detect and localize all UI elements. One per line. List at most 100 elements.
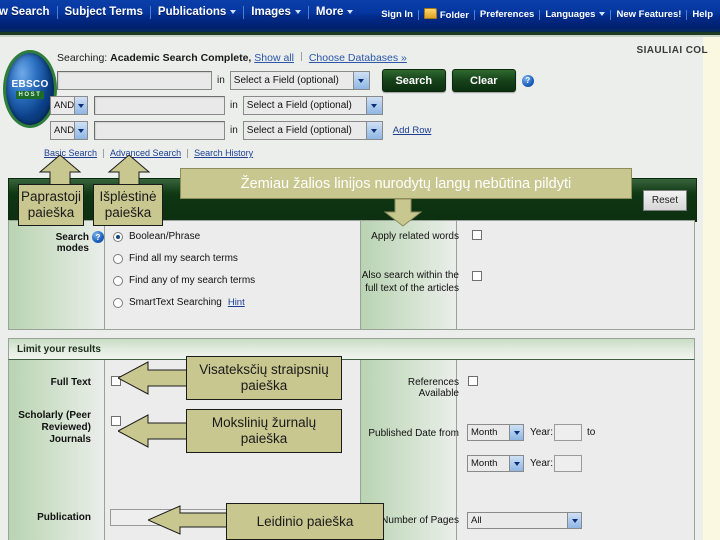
year-from-label: Year: (530, 427, 553, 438)
in-label-1: in (217, 75, 225, 86)
field-select-3-value: Select a Field (optional) (246, 125, 352, 136)
callout-scholarly: Mokslinių žurnalų paieška (186, 409, 342, 453)
radio-find-all-terms[interactable]: Find all my search terms (113, 253, 238, 264)
ebscohost-logo[interactable]: EBSCO HOST (3, 50, 57, 128)
clear-button[interactable]: Clear (451, 69, 516, 92)
nav-item-languages[interactable]: Languages (540, 9, 610, 21)
radio-smarttext-label: SmartText Searching (129, 297, 222, 308)
year-from-input[interactable] (554, 424, 582, 441)
published-date-month-to-select[interactable]: Month (467, 455, 524, 472)
search-button[interactable]: Search (381, 69, 446, 92)
boolean-select-2[interactable]: AND (50, 96, 88, 115)
help-icon[interactable]: ? (521, 74, 534, 87)
show-all-link[interactable]: Show all (254, 52, 294, 64)
up-arrow-basic-search (38, 155, 82, 185)
nav-item-preferences[interactable]: Preferences (475, 9, 539, 21)
tab-search-history[interactable]: Search History (194, 148, 253, 158)
publication-label: Publication (37, 512, 91, 523)
search-modes-help-icon[interactable]: ? (92, 231, 104, 243)
chevron-down-icon (74, 122, 87, 139)
left-arrow-full-text (118, 356, 188, 400)
year-to-label: Year: (530, 458, 553, 469)
nav-item-folder[interactable]: Folder (419, 8, 474, 22)
published-date-label: Published Date from (368, 428, 459, 439)
nav-item-new-features[interactable]: New Features! (611, 9, 686, 21)
divider (103, 148, 105, 158)
chevron-down-icon (567, 513, 581, 528)
search-row-2: AND in Select a Field (optional) (50, 95, 383, 116)
logo-text-ebsco: EBSCO (11, 78, 49, 90)
down-arrow-green-line-note (383, 199, 423, 227)
radio-icon[interactable] (113, 253, 123, 264)
field-select-3[interactable]: Select a Field (optional) (242, 121, 383, 140)
radio-icon[interactable] (113, 231, 123, 242)
search-input-3[interactable] (94, 121, 225, 140)
chevron-down-icon (365, 122, 382, 139)
callout-publication: Leidinio paieška (226, 503, 384, 540)
boolean-select-3[interactable]: AND (50, 121, 88, 140)
radio-find-any-terms[interactable]: Find any of my search terms (113, 275, 255, 286)
logo-text-host: HOST (16, 90, 44, 99)
search-modes-panel: Search modes ? Boolean/Phrase Find all m… (8, 220, 695, 330)
radio-icon[interactable] (113, 275, 123, 286)
nav-item-more[interactable]: More (309, 5, 360, 19)
chevron-down-icon (74, 97, 87, 114)
search-row-1: in Select a Field (optional) Search Clea… (57, 69, 534, 92)
primary-nav-menu: w Search Subject Terms Publications Imag… (0, 5, 360, 19)
chevron-down-icon (294, 9, 301, 14)
field-select-2[interactable]: Select a Field (optional) (242, 96, 383, 115)
nav-item-subject-terms[interactable]: Subject Terms (58, 5, 150, 19)
nav-item-sign-in[interactable]: Sign In (376, 9, 418, 21)
chevron-down-icon (599, 12, 606, 17)
nav-item-help[interactable]: Help (687, 9, 718, 21)
in-label-3: in (230, 125, 238, 136)
searching-label: Searching: (57, 52, 108, 64)
chevron-down-icon (509, 425, 523, 440)
nav-item-new-search[interactable]: w Search (0, 5, 57, 19)
month-from-value: Month (471, 427, 498, 438)
references-available-label: References Available (407, 377, 459, 399)
year-to-input[interactable] (554, 455, 582, 472)
search-input-2[interactable] (94, 96, 225, 115)
reset-button[interactable]: Reset (642, 190, 687, 211)
chevron-down-icon (352, 72, 369, 89)
radio-smarttext-searching[interactable]: SmartText Searching Hint (113, 297, 245, 308)
panel-divider (104, 360, 105, 540)
limit-results-title: Limit your results (17, 344, 101, 355)
left-arrow-scholarly (118, 409, 188, 453)
callout-full-text: Visateksčių straipsnių paieška (186, 356, 342, 400)
published-date-month-from-select[interactable]: Month (467, 424, 524, 441)
field-select-1[interactable]: Select a Field (optional) (229, 71, 370, 90)
top-navigation-bar: w Search Subject Terms Publications Imag… (0, 0, 720, 29)
search-full-text-checkbox[interactable] (472, 271, 482, 281)
nav-item-publications[interactable]: Publications (151, 5, 243, 19)
number-of-pages-select[interactable]: All (467, 512, 582, 529)
callout-green-line-note: Žemiau žalios linijos nurodytų langų neb… (180, 168, 632, 199)
apply-related-words-checkbox[interactable] (472, 230, 482, 240)
limit-results-header: Limit your results (8, 338, 695, 360)
search-modes-label: Search modes (55, 232, 89, 254)
references-available-checkbox[interactable] (468, 376, 478, 386)
boolean-select-2-value: AND (54, 100, 75, 111)
radio-icon[interactable] (113, 297, 123, 308)
ebscohost-advanced-search-page: w Search Subject Terms Publications Imag… (0, 0, 720, 540)
chevron-down-icon (509, 456, 523, 471)
right-margin-strip (703, 37, 720, 540)
panel-divider (104, 221, 105, 329)
searching-line: Searching: Academic Search Complete, Sho… (57, 52, 407, 64)
radio-boolean-phrase[interactable]: Boolean/Phrase (113, 231, 200, 242)
search-full-text-label: Also search within the full text of the … (361, 270, 459, 294)
full-text-label: Full Text (50, 377, 91, 388)
apply-related-words-label: Apply related words (371, 231, 459, 242)
smarttext-hint-link[interactable]: Hint (228, 297, 245, 308)
search-input-1[interactable] (57, 71, 212, 90)
date-range-to-label: to (587, 427, 596, 438)
search-row-3: AND in Select a Field (optional) Add Row (50, 120, 431, 141)
radio-boolean-phrase-label: Boolean/Phrase (129, 231, 201, 242)
field-select-2-value: Select a Field (optional) (246, 100, 352, 111)
left-arrow-publication (148, 500, 228, 540)
add-row-link[interactable]: Add Row (393, 125, 432, 136)
nav-item-images[interactable]: Images (244, 5, 308, 19)
choose-databases-link[interactable]: Choose Databases » (309, 52, 407, 64)
chevron-down-icon (230, 9, 237, 14)
